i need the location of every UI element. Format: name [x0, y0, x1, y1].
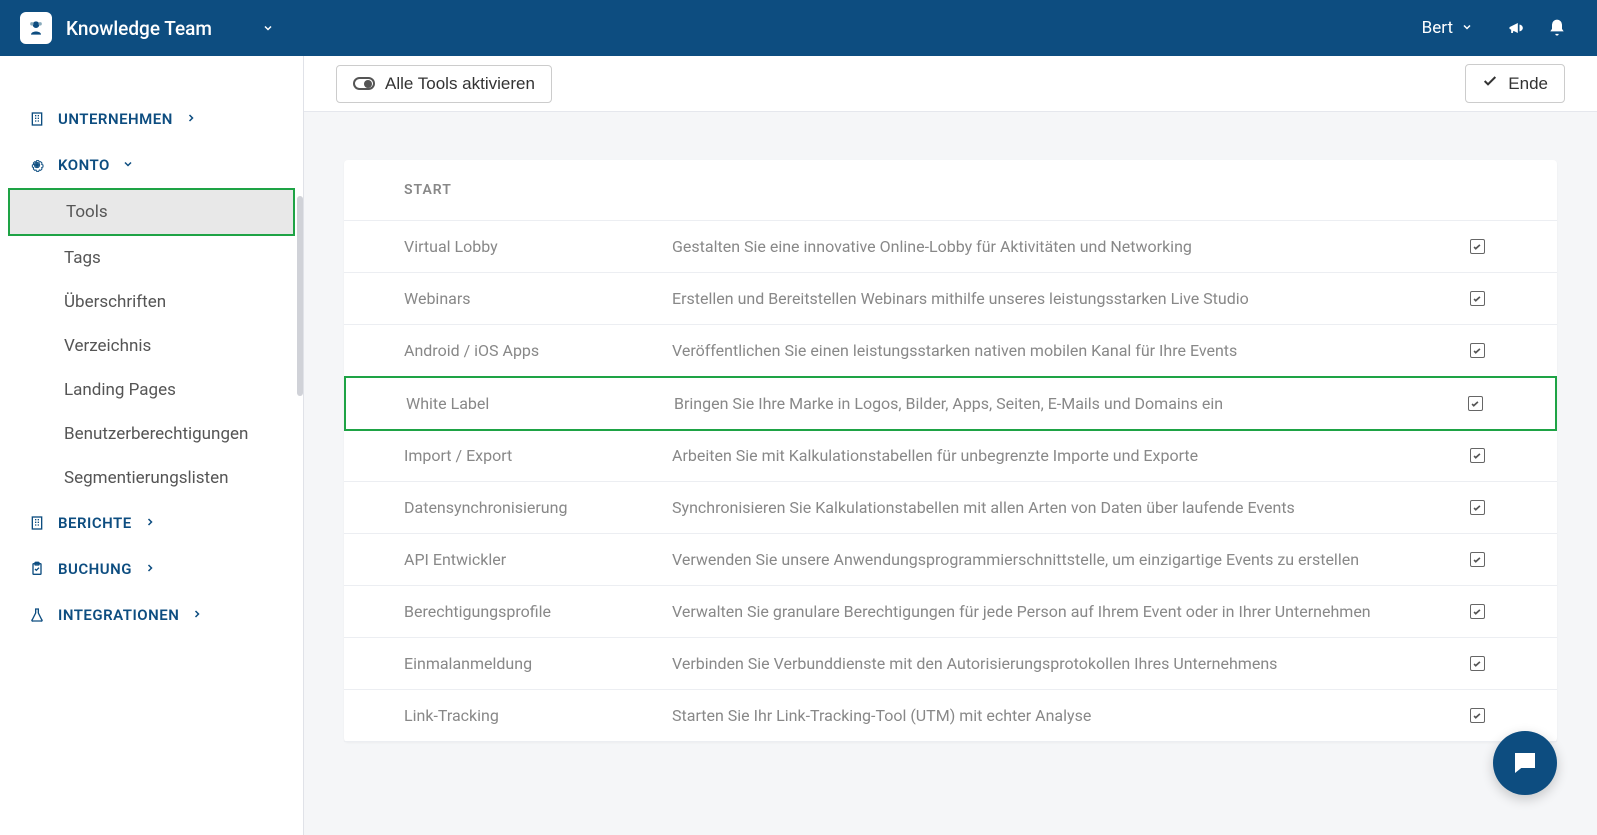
- tool-checkbox[interactable]: [1457, 656, 1497, 671]
- chevron-down-icon: [1461, 18, 1473, 38]
- panel-header: START: [344, 160, 1557, 221]
- tool-description: Erstellen und Bereitstellen Webinars mit…: [672, 289, 1457, 308]
- tool-name: Berechtigungsprofile: [404, 602, 672, 621]
- tool-name: Einmalanmeldung: [404, 654, 672, 673]
- sidebar-item-landing-pages[interactable]: Landing Pages: [0, 368, 303, 412]
- scrollbar-thumb[interactable]: [297, 196, 303, 396]
- tool-name: Virtual Lobby: [404, 237, 672, 256]
- notifications-button[interactable]: [1537, 8, 1577, 48]
- sidebar-section-integrationen[interactable]: INTEGRATIONEN: [0, 592, 303, 638]
- tool-name: White Label: [406, 394, 674, 413]
- tool-row[interactable]: API Entwickler Verwenden Sie unsere Anwe…: [344, 534, 1557, 586]
- chat-fab[interactable]: [1493, 731, 1557, 795]
- toolbar: Alle Tools aktivieren Ende: [304, 56, 1597, 112]
- tool-row[interactable]: Berechtigungsprofile Verwalten Sie granu…: [344, 586, 1557, 638]
- tool-row[interactable]: Einmalanmeldung Verbinden Sie Verbunddie…: [344, 638, 1557, 690]
- chevron-down-icon: [122, 156, 134, 174]
- tool-row[interactable]: Link-Tracking Starten Sie Ihr Link-Track…: [344, 690, 1557, 742]
- main-area: Alle Tools aktivieren Ende START Virtual…: [304, 56, 1597, 835]
- tool-description: Synchronisieren Sie Kalkulationstabellen…: [672, 498, 1457, 517]
- sidebar-section-label: INTEGRATIONEN: [58, 606, 179, 624]
- content-scroll[interactable]: START Virtual Lobby Gestalten Sie eine i…: [304, 112, 1597, 835]
- tool-checkbox[interactable]: [1457, 343, 1497, 358]
- done-label: Ende: [1508, 74, 1548, 94]
- tool-description: Verwalten Sie granulare Berechtigungen f…: [672, 602, 1457, 621]
- sidebar-item-benutzerberechtigungen[interactable]: Benutzerberechtigungen: [0, 412, 303, 456]
- tool-name: Link-Tracking: [404, 706, 672, 725]
- tool-description: Veröffentlichen Sie einen leistungsstark…: [672, 341, 1457, 360]
- sidebar: UNTERNEHMEN KONTO ToolsTagsÜberschriften…: [0, 56, 304, 835]
- done-button[interactable]: Ende: [1465, 64, 1565, 103]
- sidebar-item-tags[interactable]: Tags: [0, 236, 303, 280]
- tool-name: API Entwickler: [404, 550, 672, 569]
- tool-row[interactable]: Datensynchronisierung Synchronisieren Si…: [344, 482, 1557, 534]
- sidebar-section-berichte[interactable]: BERICHTE: [0, 500, 303, 546]
- tool-description: Bringen Sie Ihre Marke in Logos, Bilder,…: [674, 394, 1455, 413]
- building-icon: [28, 515, 46, 531]
- tool-checkbox[interactable]: [1457, 448, 1497, 463]
- tools-panel: START Virtual Lobby Gestalten Sie eine i…: [344, 160, 1557, 742]
- tool-checkbox[interactable]: [1457, 239, 1497, 254]
- flask-icon: [28, 607, 46, 623]
- tool-row[interactable]: Import / Export Arbeiten Sie mit Kalkula…: [344, 430, 1557, 482]
- tool-name: Webinars: [404, 289, 672, 308]
- app-logo: [20, 12, 52, 44]
- tool-row[interactable]: White Label Bringen Sie Ihre Marke in Lo…: [344, 376, 1557, 431]
- sidebar-section-konto[interactable]: KONTO: [0, 142, 303, 188]
- app-header: Knowledge Team Bert: [0, 0, 1597, 56]
- gear-icon: [28, 157, 46, 173]
- chevron-down-icon[interactable]: [262, 19, 274, 38]
- activate-all-button[interactable]: Alle Tools aktivieren: [336, 65, 552, 103]
- sidebar-section-unternehmen[interactable]: UNTERNEHMEN: [0, 96, 303, 142]
- tool-checkbox[interactable]: [1457, 291, 1497, 306]
- tool-checkbox[interactable]: [1457, 552, 1497, 567]
- building-icon: [28, 111, 46, 127]
- tool-row[interactable]: Webinars Erstellen und Bereitstellen Web…: [344, 273, 1557, 325]
- sidebar-item-verzeichnis[interactable]: Verzeichnis: [0, 324, 303, 368]
- sidebar-item-tools[interactable]: Tools: [8, 188, 295, 236]
- tool-description: Gestalten Sie eine innovative Online-Lob…: [672, 237, 1457, 256]
- sidebar-section-buchung[interactable]: BUCHUNG: [0, 546, 303, 592]
- sidebar-section-label: UNTERNEHMEN: [58, 110, 173, 128]
- tool-description: Verwenden Sie unsere Anwendungsprogrammi…: [672, 550, 1457, 569]
- clipboard-icon: [28, 561, 46, 577]
- tool-name: Datensynchronisierung: [404, 498, 672, 517]
- chevron-right-icon: [185, 110, 197, 128]
- tool-checkbox[interactable]: [1457, 604, 1497, 619]
- sidebar-item-überschriften[interactable]: Überschriften: [0, 280, 303, 324]
- tool-description: Starten Sie Ihr Link-Tracking-Tool (UTM)…: [672, 706, 1457, 725]
- activate-all-label: Alle Tools aktivieren: [385, 74, 535, 94]
- sidebar-section-label: KONTO: [58, 156, 110, 174]
- tool-description: Verbinden Sie Verbunddienste mit den Aut…: [672, 654, 1457, 673]
- check-icon: [1482, 73, 1498, 94]
- user-name: Bert: [1422, 18, 1453, 38]
- sidebar-item-segmentierungslisten[interactable]: Segmentierungslisten: [0, 456, 303, 500]
- sidebar-section-label: BUCHUNG: [58, 560, 132, 578]
- tool-checkbox[interactable]: [1457, 500, 1497, 515]
- tool-name: Android / iOS Apps: [404, 341, 672, 360]
- tool-checkbox[interactable]: [1455, 396, 1495, 411]
- announcements-button[interactable]: [1497, 8, 1537, 48]
- chevron-right-icon: [144, 514, 156, 532]
- user-menu[interactable]: Bert: [1422, 18, 1473, 38]
- toggle-icon: [353, 77, 375, 90]
- tool-row[interactable]: Virtual Lobby Gestalten Sie eine innovat…: [344, 221, 1557, 273]
- tool-name: Import / Export: [404, 446, 672, 465]
- team-name[interactable]: Knowledge Team: [66, 17, 212, 40]
- sidebar-section-label: BERICHTE: [58, 514, 132, 532]
- tool-description: Arbeiten Sie mit Kalkulationstabellen fü…: [672, 446, 1457, 465]
- tool-checkbox[interactable]: [1457, 708, 1497, 723]
- tool-row[interactable]: Android / iOS Apps Veröffentlichen Sie e…: [344, 325, 1557, 377]
- chevron-right-icon: [144, 560, 156, 578]
- chevron-right-icon: [191, 606, 203, 624]
